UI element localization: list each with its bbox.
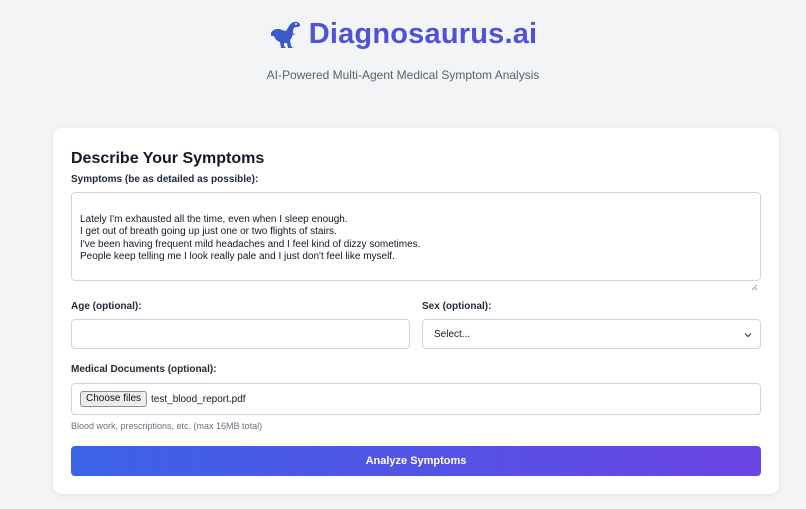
form-title: Describe Your Symptoms: [71, 150, 265, 167]
documents-label: Medical Documents (optional):: [71, 364, 217, 375]
sex-label: Sex (optional):: [422, 301, 492, 312]
documents-hint: Blood work, prescriptions, etc. (max 16M…: [71, 421, 263, 431]
tagline: AI-Powered Multi-Agent Medical Symptom A…: [266, 68, 540, 82]
symptoms-textarea[interactable]: Lately I'm exhausted all the time, even …: [71, 192, 761, 291]
symptom-form-card: Describe Your Symptoms Symptoms (be as d…: [53, 128, 779, 494]
choose-files-button[interactable]: Choose files: [80, 391, 148, 407]
symptoms-label: Symptoms (be as detailed as possible):: [71, 174, 259, 185]
sex-selected-value: Select...: [434, 328, 471, 340]
analyze-symptoms-button[interactable]: Analyze Symptoms: [71, 446, 761, 476]
chevron-down-icon: [744, 331, 752, 339]
brand: Diagnosaurus.ai: [0, 18, 806, 51]
age-label: Age (optional):: [71, 301, 142, 312]
selected-file-name: test_blood_report.pdf: [151, 393, 246, 405]
documents-file-input[interactable]: Choose files test_blood_report.pdf: [71, 383, 761, 415]
app-title: Diagnosaurus.ai: [308, 18, 538, 50]
sex-select[interactable]: Select...: [422, 319, 761, 349]
age-input[interactable]: [71, 319, 410, 349]
dinosaur-icon: [269, 19, 303, 51]
symptoms-text: Lately I'm exhausted all the time, even …: [80, 214, 421, 262]
resize-handle-icon[interactable]: [751, 271, 758, 291]
